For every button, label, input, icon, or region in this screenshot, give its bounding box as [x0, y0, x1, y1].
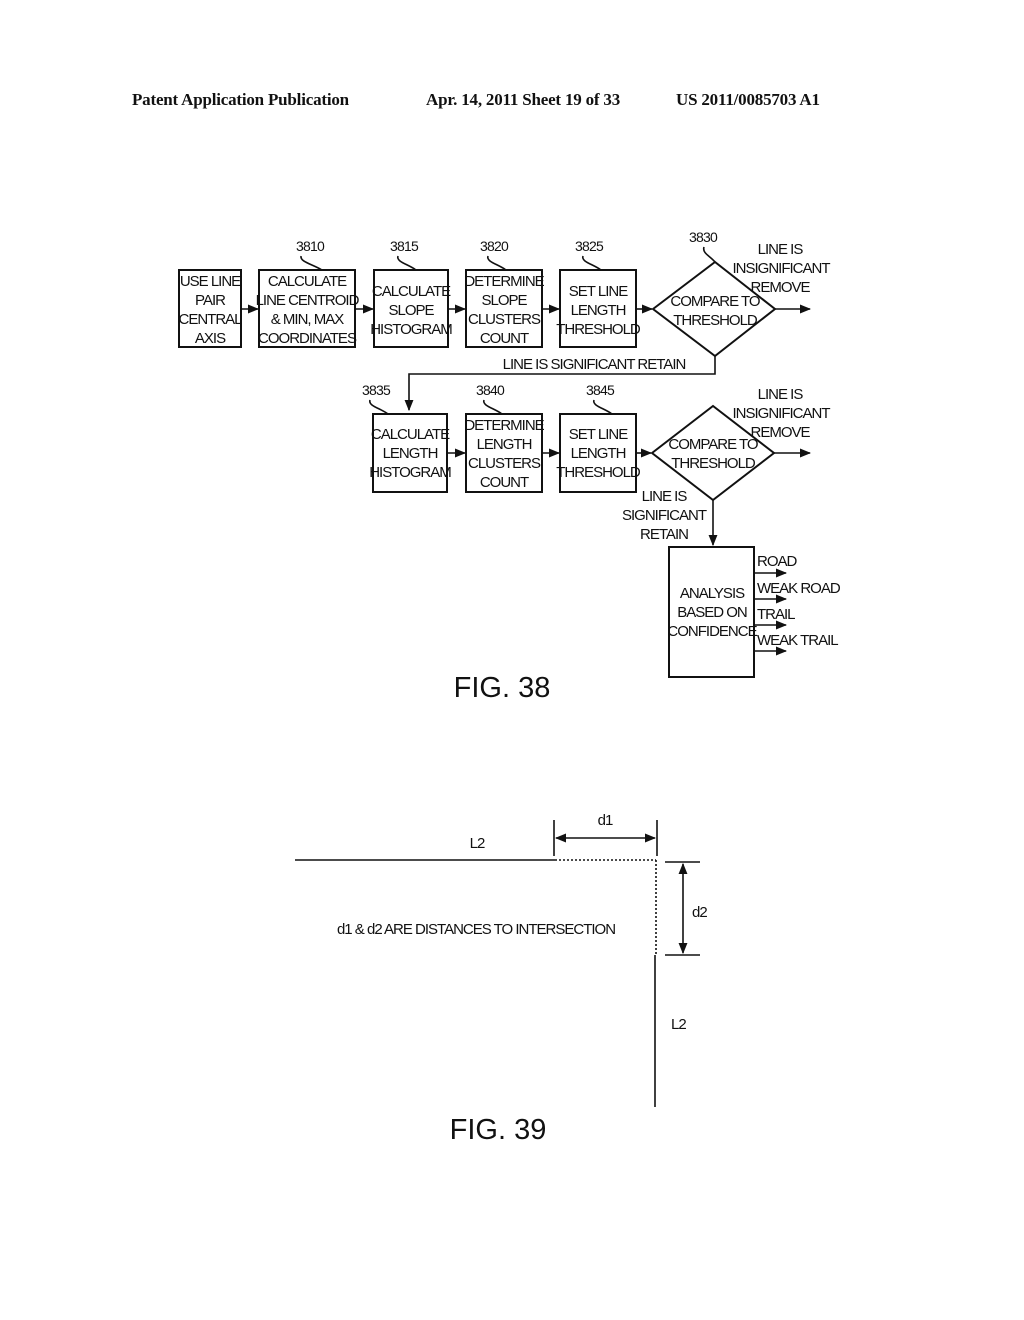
- ref-number: 3825: [575, 238, 604, 254]
- output-label-weak-road: WEAK ROAD: [757, 580, 841, 597]
- figures-canvas: USE LINE PAIR CENTRAL AXIS 3810 CALCULAT…: [178, 229, 842, 1146]
- decision-label: COMPARE TO: [668, 436, 758, 453]
- box-analysis-confidence: ANALYSIS BASED ON CONFIDENCE: [667, 546, 759, 678]
- ref-leader: [397, 255, 417, 271]
- ref-leader: [702, 246, 716, 263]
- ref-leader: [300, 255, 323, 271]
- box-3820-slope-clusters: 3820 DETERMINE SLOPE CLUSTERS COUNT: [464, 238, 546, 348]
- box-label: THRESHOLD: [556, 464, 641, 481]
- insignificant-label: REMOVE: [750, 424, 810, 441]
- box-label: CONFIDENCE: [667, 623, 757, 640]
- l2-vertical-label: L2: [671, 1016, 686, 1033]
- fig39-note: d1 & d2 ARE DISTANCES TO INTERSECTION: [337, 921, 615, 938]
- box-label: CLUSTERS: [468, 455, 541, 472]
- box-3840-length-clusters: 3840 DETERMINE LENGTH CLUSTERS COUNT: [464, 382, 546, 493]
- ref-number: 3810: [296, 238, 325, 254]
- box-label: LENGTH: [571, 302, 626, 319]
- box-label: DETERMINE: [464, 273, 544, 290]
- box-label: CALCULATE: [372, 283, 451, 300]
- d2-label: d2: [692, 904, 707, 921]
- box-use-line-pair: USE LINE PAIR CENTRAL AXIS: [178, 269, 243, 348]
- box-label: COUNT: [480, 474, 529, 491]
- decision-label: THRESHOLD: [673, 312, 758, 329]
- box-3825-set-threshold: 3825 SET LINE LENGTH THRESHOLD: [556, 238, 642, 348]
- box-label: THRESHOLD: [556, 321, 641, 338]
- box-label: ANALYSIS: [680, 585, 745, 602]
- box-3845-set-threshold: 3845 SET LINE LENGTH THRESHOLD: [556, 382, 642, 493]
- box-3835-length-histogram: 3835 CALCULATE LENGTH HISTOGRAM: [362, 382, 452, 493]
- box-label: LENGTH: [383, 445, 438, 462]
- output-label-road: ROAD: [757, 553, 798, 570]
- box-label: SET LINE: [569, 426, 628, 443]
- box-label: COUNT: [480, 330, 529, 347]
- output-label-weak-trail: WEAK TRAIL: [757, 632, 838, 649]
- ref-leader: [582, 255, 602, 271]
- ref-number: 3820: [480, 238, 509, 254]
- box-label: SET LINE: [569, 283, 628, 300]
- fig39-caption: FIG. 39: [450, 1114, 547, 1146]
- decision-label: THRESHOLD: [671, 455, 756, 472]
- significant-label: LINE IS: [642, 488, 688, 505]
- ref-number: 3830: [689, 229, 718, 245]
- box-label: USE LINE: [180, 273, 241, 290]
- ref-leader: [483, 399, 503, 415]
- box-label: CALCULATE: [371, 426, 450, 443]
- ref-leader: [369, 399, 389, 415]
- fig38-flowchart: USE LINE PAIR CENTRAL AXIS 3810 CALCULAT…: [178, 229, 842, 704]
- box-label: CALCULATE: [268, 273, 347, 290]
- decision-label: COMPARE TO: [670, 293, 760, 310]
- insignificant-label: LINE IS: [758, 386, 804, 403]
- ref-number: 3840: [476, 382, 505, 398]
- insignificant-label: INSIGNIFICANT: [732, 405, 830, 422]
- l2-horizontal-label: L2: [470, 835, 485, 852]
- box-label: CENTRAL: [178, 311, 242, 328]
- ref-number: 3815: [390, 238, 419, 254]
- box-label: AXIS: [195, 330, 226, 347]
- box-label: PAIR: [195, 292, 226, 309]
- box-label: HISTOGRAM: [370, 321, 452, 338]
- box-label: LINE CENTROID: [256, 292, 360, 309]
- ref-number: 3845: [586, 382, 615, 398]
- box-label: DETERMINE: [464, 417, 544, 434]
- box-label: & MIN, MAX: [271, 311, 345, 328]
- box-label: HISTOGRAM: [369, 464, 451, 481]
- insignificant-label: LINE IS: [758, 241, 804, 258]
- insignificant-label: INSIGNIFICANT: [732, 260, 830, 277]
- ref-leader: [593, 399, 613, 415]
- box-label: BASED ON: [677, 604, 747, 621]
- ref-number: 3835: [362, 382, 391, 398]
- fig39-diagram: d1 d2 L2 L2 d1 & d2 ARE DISTANCES TO INT…: [295, 812, 708, 1146]
- significant-label: SIGNIFICANT: [622, 507, 707, 524]
- fig38-caption: FIG. 38: [454, 672, 551, 704]
- significant-label: LINE IS SIGNIFICANT RETAIN: [503, 356, 686, 373]
- box-3815-slope-histogram: 3815 CALCULATE SLOPE HISTOGRAM: [370, 238, 453, 348]
- d1-label: d1: [598, 812, 613, 829]
- box-3810-calculate-centroid: 3810 CALCULATE LINE CENTROID & MIN, MAX …: [256, 238, 361, 348]
- box-label: LENGTH: [571, 445, 626, 462]
- box-label: LENGTH: [477, 436, 532, 453]
- output-label-trail: TRAIL: [757, 606, 795, 623]
- box-label: SLOPE: [481, 292, 527, 309]
- insignificant-label: REMOVE: [750, 279, 810, 296]
- ref-leader: [487, 255, 507, 271]
- box-label: CLUSTERS: [468, 311, 541, 328]
- significant-label: RETAIN: [640, 526, 688, 543]
- box-label: COORDINATES: [258, 330, 357, 347]
- box-label: SLOPE: [388, 302, 434, 319]
